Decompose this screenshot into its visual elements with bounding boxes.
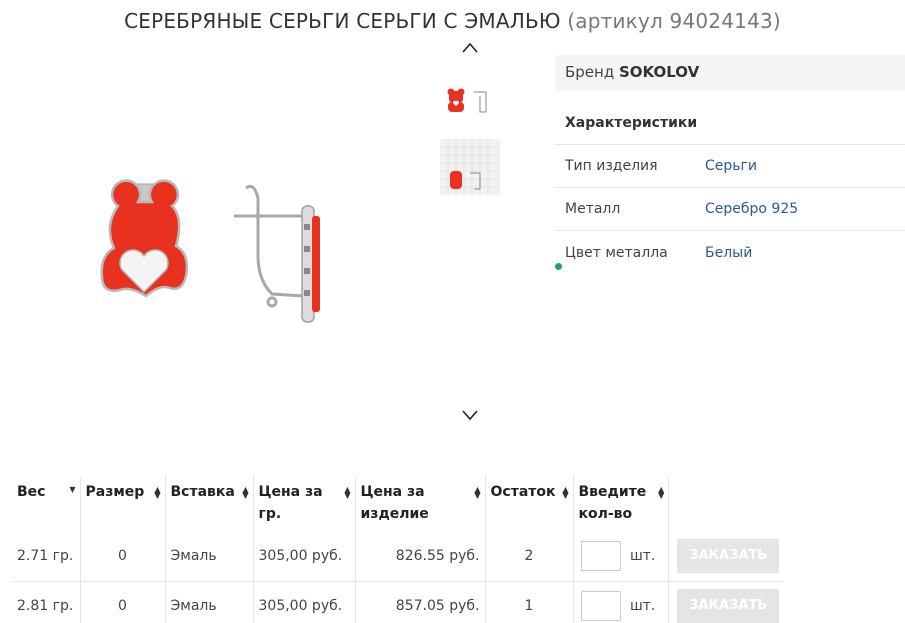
column-header-action [669,477,785,531]
cell-action: ЗАКАЗАТЬ [668,580,785,623]
spec-row-color: Цвет металла Белый [555,231,905,274]
cell-weight: 2.81 гр. [12,580,81,623]
cell-stock: 2 [485,531,574,581]
spec-value-link[interactable]: Серьги [705,158,757,174]
cell-insert: Эмаль [165,580,254,623]
sort-icon[interactable]: ▲ ▼ [344,486,350,500]
cell-price-item: 826.55 руб. [355,531,486,581]
spec-value-link[interactable]: Белый [705,245,752,261]
column-header-stock[interactable]: Остаток ▲ ▼ [485,477,574,531]
specs-panel: Бренд SOKOLOV Характеристики Тип изделия… [555,55,905,274]
column-header-weight[interactable]: Вес ▼ [12,477,81,531]
cell-price-item: 857.05 руб. [355,580,486,623]
brand-row: Бренд SOKOLOV [555,55,905,91]
product-sku: (артикул 94024143) [567,9,781,33]
cell-quantity: шт. [573,580,670,623]
spec-key: Тип изделия [565,158,658,174]
spec-value-link[interactable]: Серебро 925 [705,201,798,217]
sort-icon[interactable]: ▲ ▼ [154,486,160,500]
cell-action: ЗАКАЗАТЬ [669,531,785,581]
order-button[interactable]: ЗАКАЗАТЬ [677,589,780,623]
spec-key: Цвет металла [565,244,668,261]
status-dot [555,263,562,270]
column-header-price-gram[interactable]: Цена за гр. ▲ ▼ [253,477,356,531]
sort-icon[interactable]: ▲ ▼ [242,486,248,500]
cell-stock: 1 [485,580,574,623]
thumbnail-2[interactable] [440,139,500,195]
brand-label: Бренд [565,63,615,81]
order-button[interactable]: ЗАКАЗАТЬ [677,538,780,573]
variants-table: Вес ▼ Размер ▲ ▼ Вставка ▲ ▼ Цена за гр. ▲ ▼ Це… [12,477,785,623]
cell-insert: Эмаль [165,531,254,581]
product-image [90,176,340,336]
cell-size: 0 [80,531,166,581]
column-header-quantity[interactable]: Введите кол-во ▲ ▼ [573,477,670,531]
cell-weight: 2.71 гр. [12,531,81,581]
specs-heading: Характеристики [555,91,905,145]
sort-icon[interactable]: ▲ ▼ [658,486,664,500]
quantity-input[interactable] [580,540,621,571]
chevron-down-icon[interactable] [460,407,480,423]
column-header-insert[interactable]: Вставка ▲ ▼ [165,477,254,531]
cell-price-gram: 305,00 руб. [253,580,356,623]
spec-key: Металл [565,201,621,217]
table-row: 2.71 гр. 0 Эмаль 305,00 руб. 826.55 руб.… [12,531,784,581]
column-header-size[interactable]: Размер ▲ ▼ [80,477,166,531]
spec-row-type: Тип изделия Серьги [555,145,905,188]
page-title: СЕРЕБРЯНЫЕ СЕРЬГИ СЕРЬГИ С ЭМАЛЬЮ (артик… [0,9,905,33]
chevron-up-icon[interactable] [460,40,480,56]
cell-price-gram: 305,00 руб. [253,531,356,581]
cell-quantity: шт. [573,531,670,581]
cell-size: 0 [80,580,166,623]
sort-icon[interactable]: ▲ ▼ [562,486,568,500]
thumbnail-1[interactable] [440,76,500,132]
table-row: 2.81 гр. 0 Эмаль 305,00 руб. 857.05 руб.… [12,580,785,623]
spec-row-metal: Металл Серебро 925 [555,188,905,231]
product-name: СЕРЕБРЯНЫЕ СЕРЬГИ СЕРЬГИ С ЭМАЛЬЮ [124,9,561,33]
brand-value: SOKOLOV [619,63,700,81]
quantity-input[interactable] [580,591,621,622]
sort-down-icon[interactable]: ▼ [69,486,75,494]
sort-icon[interactable]: ▲ ▼ [474,486,480,500]
unit-label: шт. [629,547,656,564]
unit-label: шт. [629,598,656,615]
column-header-price-item[interactable]: Цена за изделие ▲ ▼ [355,477,486,531]
